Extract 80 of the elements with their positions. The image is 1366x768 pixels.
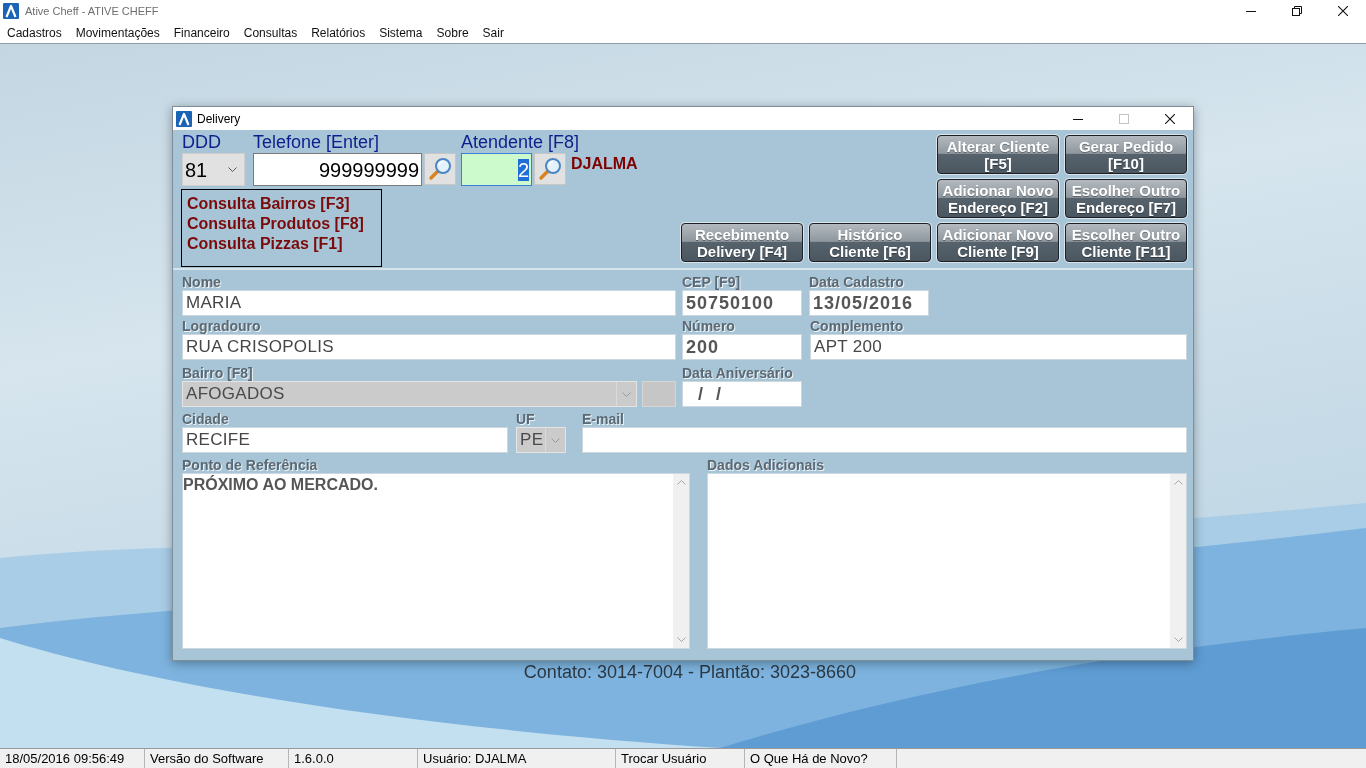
action-button[interactable]: Escolher Outro Cliente [F11] — [1065, 223, 1187, 262]
notes-field[interactable]: PRÓXIMO AO MERCADO. — [182, 473, 690, 649]
action-button[interactable]: Escolher Outro Endereço [F7] — [1065, 179, 1187, 218]
action-button[interactable]: Adicionar Novo Cliente [F9] — [937, 223, 1059, 262]
close-icon — [1165, 114, 1175, 124]
status-action[interactable]: O Que Há de Novo? — [745, 749, 897, 768]
menu-item[interactable]: Sistema — [374, 24, 428, 41]
field-label: UF — [516, 412, 535, 427]
search-icon — [428, 157, 452, 181]
menu-item[interactable]: Movimentações — [70, 24, 165, 41]
contact-text: Contato: 3014-7004 - Plantão: 3023-8660 — [523, 662, 857, 682]
caret-icon — [228, 167, 237, 172]
search-button[interactable] — [534, 153, 566, 185]
scroll-down-icon — [1173, 637, 1183, 642]
text-field[interactable]: 50750100 — [682, 290, 802, 316]
field-label: Data Aniversário — [682, 366, 793, 381]
text-field[interactable]: RECIFE — [182, 427, 508, 453]
action-button[interactable]: Gerar Pedido [F10] — [1065, 135, 1187, 174]
dialog-title: Delivery — [197, 111, 241, 126]
field-label: E-mail — [582, 412, 624, 427]
window-title: Ative Cheff - ATIVE CHEFF — [25, 4, 159, 18]
shortcut-link[interactable]: Consulta Bairros [F3] — [187, 194, 350, 214]
status-text: 1.6.0.0 — [289, 749, 418, 768]
status-text: Versão do Software — [145, 749, 289, 768]
action-button[interactable]: Recebimento Delivery [F4] — [681, 223, 803, 262]
status-text: Usuário: DJALMA — [418, 749, 616, 768]
text-field[interactable] — [582, 427, 1187, 453]
scroll-up-icon — [676, 480, 686, 485]
field-label: Dados Adicionais — [707, 458, 824, 473]
menu-item[interactable]: Sair — [477, 24, 509, 41]
field-label: Data Cadastro — [809, 275, 904, 290]
date-field[interactable]: 13/05/2016 — [809, 290, 929, 316]
scroll-up-icon — [1173, 480, 1183, 485]
text-field[interactable]: APT 200 — [810, 334, 1187, 360]
scroll-down-icon — [676, 637, 686, 642]
action-button[interactable]: Adicionar Novo Endereço [F2] — [937, 179, 1059, 218]
field-label: Telefone [Enter] — [253, 133, 380, 152]
scrollbar[interactable] — [1170, 474, 1186, 648]
field-label: Atendente [F8] — [461, 133, 580, 152]
field-label: Número — [682, 319, 735, 334]
notes-field[interactable] — [707, 473, 1187, 649]
restore-icon — [1292, 6, 1302, 16]
status-action[interactable]: Trocar Usuário — [616, 749, 745, 768]
phone-field[interactable]: 999999999 — [253, 153, 422, 186]
field-label: Bairro [F8] — [182, 366, 253, 381]
search-icon — [538, 157, 562, 181]
field-label: Complemento — [810, 319, 904, 334]
menu-item[interactable]: Consultas — [238, 24, 303, 41]
date-field[interactable]: / / — [682, 381, 802, 407]
field-label: DDD — [182, 133, 221, 152]
text-field[interactable]: RUA CRISOPOLIS — [182, 334, 676, 360]
field-label: Cidade — [182, 412, 229, 427]
caret-icon — [622, 391, 631, 397]
minimize-icon — [1073, 118, 1083, 120]
close-icon — [1338, 6, 1348, 16]
menu-item[interactable]: Sobre — [431, 24, 474, 41]
action-button[interactable]: Alterar Cliente [F5] — [937, 135, 1059, 174]
menu-item[interactable]: Relatórios — [306, 24, 371, 41]
ddd-select[interactable]: 81 — [182, 153, 245, 186]
attendant-name: DJALMA — [571, 154, 638, 174]
caret-icon — [551, 437, 560, 443]
field-label: CEP [F9] — [682, 275, 741, 290]
menu-item[interactable]: Cadastros — [2, 24, 67, 41]
field-label: Logradouro — [182, 319, 261, 334]
minimize-icon — [1246, 10, 1256, 12]
shortcut-link[interactable]: Consulta Pizzas [F1] — [187, 234, 343, 254]
field-label: Ponto de Referência — [182, 458, 318, 473]
field-label: Nome — [182, 275, 221, 290]
text-field[interactable]: 200 — [682, 334, 802, 360]
shortcut-link[interactable]: Consulta Produtos [F8] — [187, 214, 364, 234]
scrollbar[interactable] — [673, 474, 689, 648]
maximize-icon — [1119, 114, 1129, 124]
action-button[interactable]: Histórico Cliente [F6] — [809, 223, 931, 262]
search-button[interactable] — [424, 153, 456, 185]
attendant-field[interactable]: 2 — [461, 153, 532, 186]
menu-item[interactable]: Financeiro — [168, 24, 235, 41]
app-logo-icon — [3, 3, 19, 19]
app-logo-icon — [176, 110, 192, 127]
status-text: 18/05/2016 09:56:49 — [0, 749, 145, 768]
text-field[interactable]: MARIA — [182, 290, 676, 316]
